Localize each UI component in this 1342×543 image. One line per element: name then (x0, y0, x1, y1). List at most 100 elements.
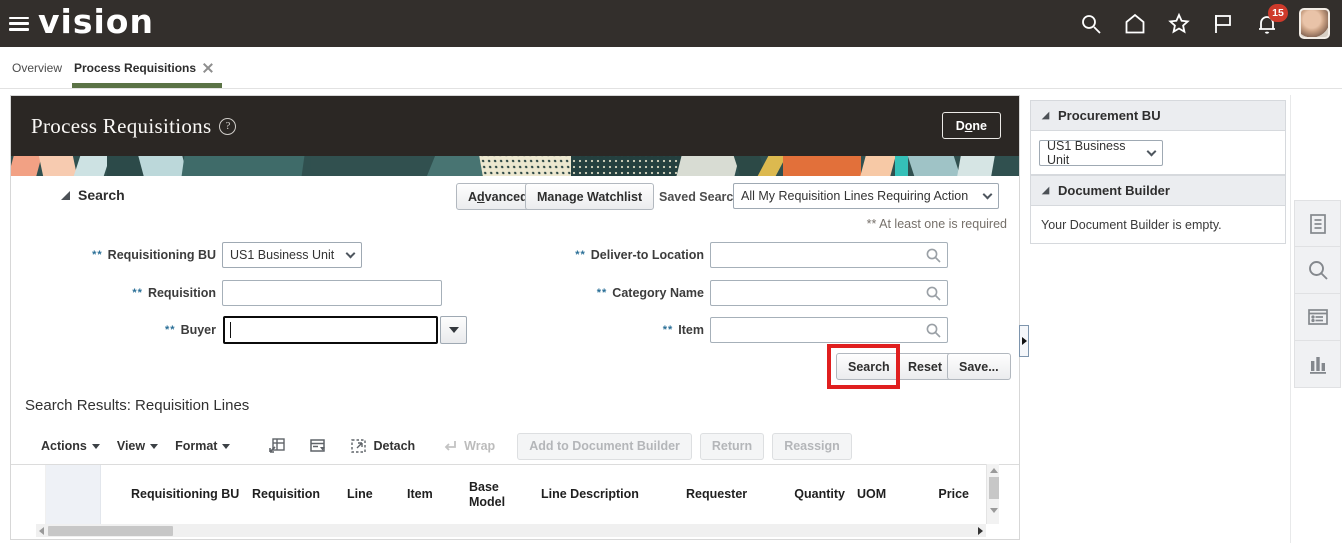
required-note: ** At least one is required (867, 217, 1007, 231)
scrollbar-thumb[interactable] (48, 526, 173, 536)
menu-arrow-icon (150, 444, 158, 449)
notifications-bell-icon[interactable]: 15 (1255, 12, 1279, 36)
document-builder-section-body: Your Document Builder is empty. (1030, 206, 1286, 244)
process-requisitions-panel: Process Requisitions ? Done (10, 95, 1020, 540)
search-lov-icon[interactable] (925, 285, 942, 305)
column-header[interactable]: Item (401, 465, 463, 524)
global-header-icons: 15 (1079, 0, 1330, 47)
wrap-icon (441, 437, 459, 455)
saved-search-select[interactable]: All My Requisition Lines Requiring Actio… (733, 183, 999, 209)
user-avatar[interactable] (1299, 8, 1330, 39)
scroll-up-arrow[interactable] (990, 468, 998, 473)
vertical-scrollbar[interactable] (986, 464, 999, 524)
document-icon[interactable] (1294, 200, 1341, 247)
global-header: vision 15 (0, 0, 1342, 47)
column-header[interactable]: Price (896, 465, 981, 524)
horizontal-scrollbar[interactable] (36, 524, 986, 537)
scroll-left-arrow[interactable] (39, 527, 44, 535)
row-handle-column (11, 465, 46, 524)
home-icon[interactable] (1123, 12, 1147, 36)
manage-watchlist-button[interactable]: Manage Watchlist (525, 183, 654, 210)
procurement-bu-section-body: US1 Business Unit (1030, 131, 1286, 175)
save-button[interactable]: Save... (947, 353, 1011, 380)
search-lov-icon[interactable] (925, 247, 942, 267)
procurement-bu-section-header[interactable]: Procurement BU (1030, 100, 1286, 131)
results-title: Search Results: Requisition Lines (25, 397, 249, 414)
page-header: Process Requisitions ? Done (11, 96, 1019, 156)
scroll-right-arrow[interactable] (978, 527, 983, 535)
category-name-input[interactable] (710, 280, 948, 306)
chevron-down-icon (1147, 147, 1157, 157)
collapse-triangle-icon (1042, 112, 1050, 120)
column-header[interactable]: Line (341, 465, 401, 524)
buyer-input[interactable] (223, 316, 438, 344)
detach-icon (350, 437, 368, 455)
right-rail-divider (1290, 95, 1291, 543)
format-menu[interactable]: Format (175, 439, 230, 453)
right-sidebar: Procurement BU US1 Business Unit Documen… (1030, 100, 1286, 244)
column-header[interactable]: Requisitioning BU (101, 465, 246, 524)
document-builder-empty-message: Your Document Builder is empty. (1041, 218, 1222, 232)
detach-button[interactable]: Detach (350, 437, 415, 455)
scrollbar-thumb[interactable] (989, 477, 999, 499)
actions-menu[interactable]: Actions (41, 439, 100, 453)
column-header[interactable]: UOM (851, 465, 896, 524)
collapse-triangle-icon (61, 191, 70, 200)
add-to-document-builder-button: Add to Document Builder (517, 433, 692, 460)
decorative-banner (11, 156, 1019, 176)
zoom-icon[interactable] (1294, 247, 1341, 294)
splitter-arrow-icon (1022, 337, 1027, 345)
announcements-flag-icon[interactable] (1211, 12, 1235, 36)
bar-chart-icon[interactable] (1294, 341, 1341, 388)
requisition-label: **Requisition (11, 280, 216, 306)
wrap-button-disabled: Wrap (441, 437, 495, 455)
requisitioning-bu-label: **Requisitioning BU (11, 242, 216, 268)
tab-process-requisitions[interactable]: Process Requisitions (74, 47, 212, 88)
notification-count-badge: 15 (1268, 4, 1288, 22)
saved-search-value: All My Requisition Lines Requiring Actio… (741, 189, 968, 203)
return-button: Return (700, 433, 764, 460)
column-header[interactable]: Quantity (783, 465, 851, 524)
right-icon-rail (1294, 200, 1341, 388)
panel-list-icon[interactable] (1294, 294, 1341, 341)
navigator-menu-icon[interactable] (9, 17, 29, 31)
help-icon[interactable]: ? (219, 118, 236, 135)
column-header[interactable]: Base Model (463, 465, 535, 524)
reassign-button: Reassign (772, 433, 852, 460)
category-name-label: **Category Name (431, 280, 704, 306)
app-window: vision 15 Overview Proc (0, 0, 1342, 543)
scroll-down-arrow[interactable] (990, 508, 998, 513)
chevron-down-icon (983, 190, 993, 200)
brand-logo: vision (38, 2, 154, 41)
favorites-star-icon[interactable] (1167, 12, 1191, 36)
menu-arrow-icon (222, 444, 230, 449)
chevron-down-icon (346, 249, 356, 259)
document-builder-section-header[interactable]: Document Builder (1030, 175, 1286, 206)
collapse-triangle-icon (1042, 187, 1050, 195)
deliver-to-location-input[interactable] (710, 242, 948, 268)
panel-splitter-handle[interactable] (1019, 325, 1029, 357)
global-search-icon[interactable] (1079, 12, 1103, 36)
requisition-input[interactable] (222, 280, 442, 306)
column-header[interactable]: Line Description (535, 465, 680, 524)
item-label: **Item (431, 317, 704, 343)
query-by-example-icon[interactable] (309, 437, 327, 455)
reset-button[interactable]: Reset (896, 353, 954, 380)
done-button[interactable]: Done (942, 112, 1001, 139)
search-button[interactable]: Search (836, 353, 902, 380)
tab-overview[interactable]: Overview (12, 47, 62, 88)
view-menu[interactable]: View (117, 439, 158, 453)
freeze-icon[interactable] (268, 437, 286, 455)
search-section-header[interactable]: Search (61, 187, 125, 203)
tab-close-icon[interactable] (203, 63, 212, 72)
requisitioning-bu-select[interactable]: US1 Business Unit (222, 242, 362, 268)
saved-search-label: Saved Search (659, 190, 741, 204)
item-input[interactable] (710, 317, 948, 343)
search-lov-icon[interactable] (925, 322, 942, 342)
column-header[interactable]: Requester (680, 465, 783, 524)
text-cursor (230, 322, 231, 338)
procurement-bu-select[interactable]: US1 Business Unit (1039, 140, 1163, 166)
page-title: Process Requisitions (31, 114, 211, 139)
row-selector-column (46, 465, 101, 524)
column-header[interactable]: Requisition (246, 465, 341, 524)
